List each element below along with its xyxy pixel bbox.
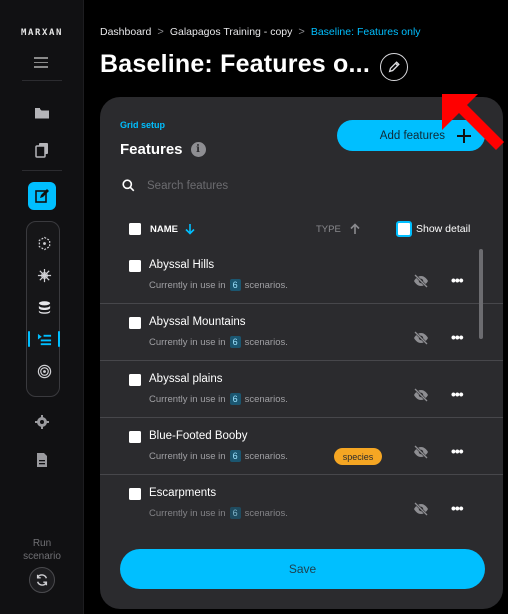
table-header: NAME TYPE Show detail bbox=[100, 219, 503, 239]
feature-name: Escarpments bbox=[149, 487, 217, 499]
scenario-count: 6 bbox=[229, 336, 241, 348]
features-panel: Grid setup Features i Add features NAME … bbox=[100, 97, 503, 609]
list-item[interactable]: Abyssal Mountains Currently in use in 6 sc… bbox=[100, 304, 503, 361]
chevron-right-icon: > bbox=[157, 26, 164, 38]
eye-off-icon[interactable] bbox=[413, 273, 429, 289]
feature-usage: Currently in use in 6 scenarios. bbox=[149, 393, 288, 405]
edit-scenario-button[interactable] bbox=[28, 182, 56, 210]
scenario-count: 6 bbox=[229, 279, 241, 291]
feature-usage: Currently in use in 6 scenarios. bbox=[149, 450, 288, 462]
more-options-icon[interactable]: ••• bbox=[451, 501, 464, 515]
database-icon[interactable] bbox=[33, 296, 55, 318]
usage-suffix: scenarios. bbox=[244, 336, 288, 348]
save-button[interactable]: Save bbox=[120, 549, 485, 589]
report-icon[interactable] bbox=[30, 448, 54, 472]
target-icon[interactable] bbox=[33, 360, 55, 382]
scenario-count: 6 bbox=[229, 450, 241, 462]
row-checkbox[interactable] bbox=[129, 488, 141, 500]
more-options-icon[interactable]: ••• bbox=[451, 444, 464, 458]
eye-off-icon[interactable] bbox=[413, 330, 429, 346]
refresh-icon bbox=[36, 574, 48, 586]
settings-icon[interactable] bbox=[30, 410, 54, 434]
usage-prefix: Currently in use in bbox=[149, 393, 226, 405]
page-title: Baseline: Features o... bbox=[100, 50, 370, 78]
section-label: Grid setup bbox=[120, 120, 166, 130]
panel-title: Features i bbox=[120, 141, 206, 158]
eye-off-icon[interactable] bbox=[413, 444, 429, 460]
feature-name: Abyssal Mountains bbox=[149, 316, 246, 328]
usage-prefix: Currently in use in bbox=[149, 450, 226, 462]
features-step-icon[interactable] bbox=[28, 328, 60, 350]
more-options-icon[interactable]: ••• bbox=[451, 387, 464, 401]
arrow-down-icon bbox=[185, 224, 195, 235]
list-item[interactable]: Abyssal plains Currently in use in 6 scena… bbox=[100, 361, 503, 418]
usage-prefix: Currently in use in bbox=[149, 279, 226, 291]
sidebar-divider bbox=[22, 80, 62, 81]
type-column-label: TYPE bbox=[316, 223, 341, 235]
feature-usage: Currently in use in 6 scenarios. bbox=[149, 336, 288, 348]
more-options-icon[interactable]: ••• bbox=[451, 273, 464, 287]
breadcrumb-scenario[interactable]: Baseline: Features only bbox=[311, 26, 421, 38]
scenario-count: 6 bbox=[229, 507, 241, 519]
sidebar-divider bbox=[22, 170, 62, 171]
usage-suffix: scenarios. bbox=[244, 507, 288, 519]
documents-icon[interactable] bbox=[30, 138, 54, 162]
row-checkbox[interactable] bbox=[129, 431, 141, 443]
search-bar bbox=[122, 179, 347, 192]
row-checkbox[interactable] bbox=[129, 374, 141, 386]
scenario-steps-group bbox=[26, 221, 60, 397]
list-item[interactable]: Escarpments Currently in use in 6 scenario… bbox=[100, 475, 503, 521]
usage-prefix: Currently in use in bbox=[149, 507, 226, 519]
select-all-checkbox[interactable] bbox=[129, 223, 141, 235]
folder-icon[interactable] bbox=[30, 101, 54, 125]
pencil-icon bbox=[388, 61, 400, 73]
feature-name: Abyssal Hills bbox=[149, 259, 215, 271]
run-scenario-label: Run scenario bbox=[23, 538, 61, 562]
features-list: Abyssal Hills Currently in use in 6 scenar… bbox=[100, 247, 503, 521]
show-detail-checkbox[interactable] bbox=[396, 221, 412, 237]
run-scenario-button[interactable] bbox=[29, 567, 55, 593]
info-icon[interactable]: i bbox=[190, 142, 206, 157]
list-item[interactable]: Blue-Footed Booby Currently in use in 6 sc… bbox=[100, 418, 503, 475]
row-checkbox[interactable] bbox=[129, 260, 141, 272]
name-column-label: NAME bbox=[150, 223, 178, 235]
breadcrumb-project[interactable]: Galapagos Training - copy bbox=[170, 26, 293, 38]
breadcrumb-dashboard[interactable]: Dashboard bbox=[100, 26, 151, 38]
usage-suffix: scenarios. bbox=[244, 279, 288, 291]
row-checkbox[interactable] bbox=[129, 317, 141, 329]
chevron-right-icon: > bbox=[298, 26, 305, 38]
eye-off-icon[interactable] bbox=[413, 501, 429, 517]
list-scrollbar[interactable] bbox=[479, 249, 483, 339]
show-detail-label: Show detail bbox=[416, 223, 471, 235]
panel-title-text: Features bbox=[120, 141, 183, 158]
feature-usage: Currently in use in 6 scenarios. bbox=[149, 279, 288, 291]
search-input[interactable] bbox=[147, 179, 347, 192]
usage-suffix: scenarios. bbox=[244, 450, 288, 462]
type-column-header[interactable]: TYPE bbox=[316, 223, 361, 235]
edit-title-button[interactable] bbox=[380, 53, 408, 81]
type-badge: species bbox=[334, 448, 382, 465]
sidebar: MARXAN Run scenario bbox=[0, 0, 84, 614]
menu-icon[interactable] bbox=[34, 57, 48, 71]
list-item[interactable]: Abyssal Hills Currently in use in 6 scenar… bbox=[100, 247, 503, 304]
grid-setup-icon[interactable] bbox=[33, 232, 55, 254]
annotation-arrow-icon bbox=[442, 94, 504, 150]
arrow-up-icon bbox=[350, 223, 360, 234]
name-column-header[interactable]: NAME bbox=[150, 223, 196, 235]
feature-name: Blue-Footed Booby bbox=[149, 430, 248, 442]
usage-prefix: Currently in use in bbox=[149, 336, 226, 348]
feature-usage: Currently in use in 6 scenarios. bbox=[149, 507, 288, 519]
search-icon bbox=[122, 179, 135, 192]
more-options-icon[interactable]: ••• bbox=[451, 330, 464, 344]
feature-name: Abyssal plains bbox=[149, 373, 223, 385]
usage-suffix: scenarios. bbox=[244, 393, 288, 405]
planning-units-icon[interactable] bbox=[33, 264, 55, 286]
app-logo: MARXAN bbox=[20, 28, 64, 38]
eye-off-icon[interactable] bbox=[413, 387, 429, 403]
scenario-count: 6 bbox=[229, 393, 241, 405]
breadcrumb: Dashboard > Galapagos Training - copy > … bbox=[100, 26, 421, 38]
